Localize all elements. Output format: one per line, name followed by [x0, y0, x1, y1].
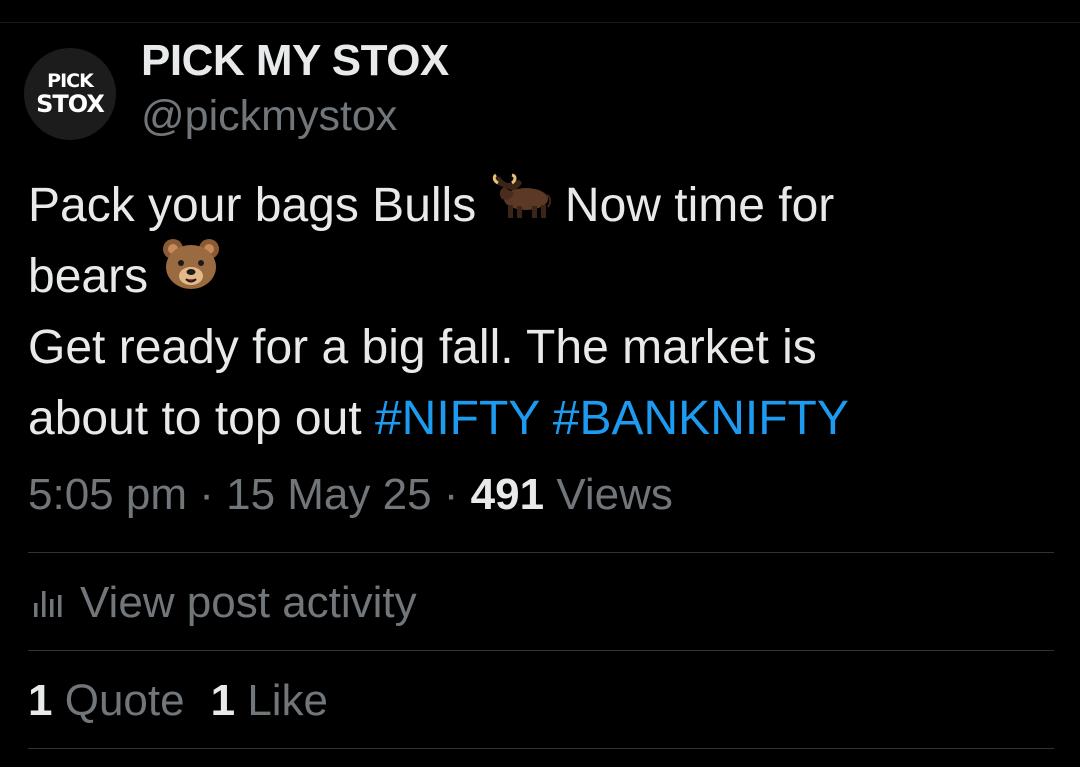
divider: [28, 552, 1054, 553]
tweet-text-segment: bears: [28, 250, 162, 303]
bear-face-emoji: [161, 237, 221, 311]
likes-label: Like: [247, 676, 329, 725]
avatar-logo-top: PICK: [47, 70, 94, 92]
avatar[interactable]: PICK STOX: [24, 48, 116, 140]
meta-separator: ·: [186, 470, 227, 519]
post-date[interactable]: 15 May 25: [226, 470, 431, 519]
engagement-stats: 1 Quote 1 Like: [28, 676, 328, 726]
post-time[interactable]: 5:05 pm: [28, 470, 187, 519]
author-handle[interactable]: @pickmystox: [141, 92, 397, 141]
divider: [28, 650, 1054, 651]
tweet-text-segment: about to top out: [28, 392, 375, 445]
tweet-line-3: Get ready for a big fall. The market is: [28, 321, 817, 374]
hashtag-nifty-link[interactable]: #NIFTY: [375, 392, 539, 445]
top-divider: [0, 22, 1080, 23]
tweet-line-4: about to top out #NIFTY #BANKNIFTY: [28, 383, 1028, 454]
author-display-name[interactable]: PICK MY STOX: [141, 36, 449, 86]
meta-separator: ·: [431, 470, 471, 519]
quotes-label: Quote: [64, 676, 185, 725]
hashtag-banknifty-link[interactable]: #BANKNIFTY: [553, 392, 849, 445]
tweet-text-segment: Pack your bags Bulls: [28, 179, 490, 232]
tweet-line-2: bears: [28, 239, 1028, 312]
quotes-count: 1: [28, 676, 53, 725]
views-label: Views: [544, 470, 673, 519]
analytics-icon: [34, 591, 62, 617]
tweet-text-segment: Now time for: [551, 179, 835, 232]
views-count: 491: [470, 470, 545, 519]
likes-count: 1: [210, 676, 236, 725]
tweet-meta: 5:05 pm · 15 May 25 · 491 Views: [28, 470, 673, 520]
bull-emoji: [490, 168, 552, 239]
quotes-stat[interactable]: 1 Quote: [28, 676, 185, 725]
tweet-text: Pack your bags Bulls Now time for bears: [28, 170, 1028, 454]
tweet-line-1: Pack your bags Bulls Now time for: [28, 170, 1028, 241]
avatar-logo-bottom: STOX: [36, 90, 105, 118]
view-post-activity-link[interactable]: View post activity: [30, 578, 417, 628]
view-post-activity-label: View post activity: [80, 578, 417, 627]
divider: [28, 748, 1054, 749]
likes-stat[interactable]: 1 Like: [211, 676, 328, 725]
